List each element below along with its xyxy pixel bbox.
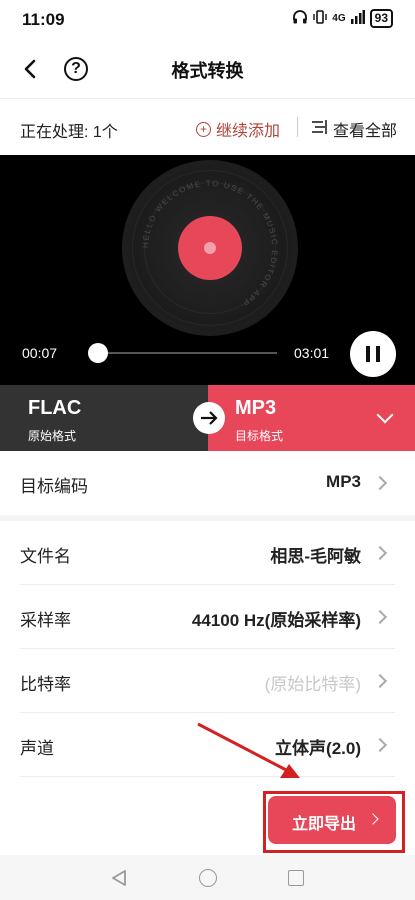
signal-icon [350, 10, 365, 27]
current-time: 00:07 [22, 345, 58, 361]
network-label: 4G [332, 13, 346, 24]
disc-label [178, 216, 242, 280]
vinyl-disc: HELLO WELCOME TO USE THE MUSIC EDITOR AP… [122, 160, 298, 336]
divider [20, 776, 395, 777]
status-time: 11:09 [22, 10, 65, 29]
list-icon [312, 119, 328, 139]
divider [297, 117, 298, 137]
pause-button[interactable] [350, 331, 396, 377]
processing-bar: 正在处理: 1个 + 继续添加 查看全部 [0, 98, 415, 155]
setting-value: 44100 Hz(原始采样率) [191, 611, 361, 630]
setting-value: MP3 [326, 472, 361, 491]
setting-row-filename[interactable]: 文件名 相思-毛阿敏 [0, 521, 415, 585]
arrow-right-icon [193, 402, 225, 434]
setting-label: 目标编码 [20, 477, 88, 496]
export-label: 立即导出 [292, 816, 357, 833]
source-format: FLAC 原始格式 [0, 385, 208, 451]
setting-label: 采样率 [20, 611, 71, 630]
status-icons: 4G 93 [292, 9, 393, 28]
disc-hole [204, 242, 216, 254]
view-all-button[interactable]: 查看全部 [312, 117, 397, 141]
target-format-dropdown[interactable]: MP3 目标格式 [208, 385, 415, 451]
status-bar: 11:09 4G 93 [0, 0, 415, 40]
format-convert-screen: 11:09 4G 93 ? 格式转换 正在处理: 1个 + 继续添加 查看全部 … [0, 0, 415, 900]
chevron-right-icon [372, 673, 388, 689]
vibrate-icon [313, 9, 327, 28]
battery-level: 93 [369, 9, 393, 28]
setting-value: 相思-毛阿敏 [270, 547, 361, 566]
setting-label: 比特率 [20, 675, 71, 694]
setting-row-sample-rate[interactable]: 采样率 44100 Hz(原始采样率) [0, 585, 415, 649]
progress-track[interactable] [91, 352, 277, 354]
processing-count: 正在处理: 1个 [20, 124, 118, 141]
setting-row-channels[interactable]: 声道 立体声(2.0) [0, 713, 415, 777]
add-more-label: 继续添加 [216, 123, 281, 140]
setting-label: 声道 [20, 739, 54, 758]
nav-home-icon[interactable] [199, 869, 217, 887]
chevron-right-icon [372, 545, 388, 561]
source-format-label: 原始格式 [28, 429, 77, 443]
header: ? 格式转换 [0, 40, 415, 98]
progress-knob[interactable] [88, 343, 109, 363]
view-all-label: 查看全部 [333, 123, 398, 140]
format-selector: FLAC 原始格式 MP3 目标格式 [0, 385, 415, 451]
setting-row-codec[interactable]: 目标编码 MP3 [0, 451, 415, 515]
setting-label: 文件名 [20, 547, 71, 566]
audio-player: HELLO WELCOME TO USE THE MUSIC EDITOR AP… [0, 155, 415, 385]
setting-value: 立体声(2.0) [275, 739, 361, 758]
setting-value: (原始比特率) [264, 675, 361, 694]
target-format-name: MP3 [235, 397, 277, 419]
page-title: 格式转换 [171, 61, 244, 81]
chevron-right-icon [372, 609, 388, 625]
headphone-icon [292, 9, 308, 28]
export-button[interactable]: 立即导出 [268, 796, 396, 844]
chevron-right-icon [372, 475, 388, 491]
system-nav-bar [0, 855, 415, 900]
chevron-right-icon [372, 737, 388, 753]
duration: 03:01 [294, 345, 330, 361]
chevron-right-icon [367, 813, 379, 825]
nav-back-icon[interactable] [110, 869, 128, 892]
chevron-down-icon [376, 406, 394, 424]
target-format-label: 目标格式 [235, 429, 284, 443]
nav-recents-icon[interactable] [288, 870, 304, 886]
source-format-name: FLAC [28, 397, 82, 419]
setting-row-bitrate[interactable]: 比特率 (原始比特率) [0, 649, 415, 713]
plus-circle-icon: + [196, 121, 211, 137]
add-more-button[interactable]: + 继续添加 [196, 117, 280, 141]
